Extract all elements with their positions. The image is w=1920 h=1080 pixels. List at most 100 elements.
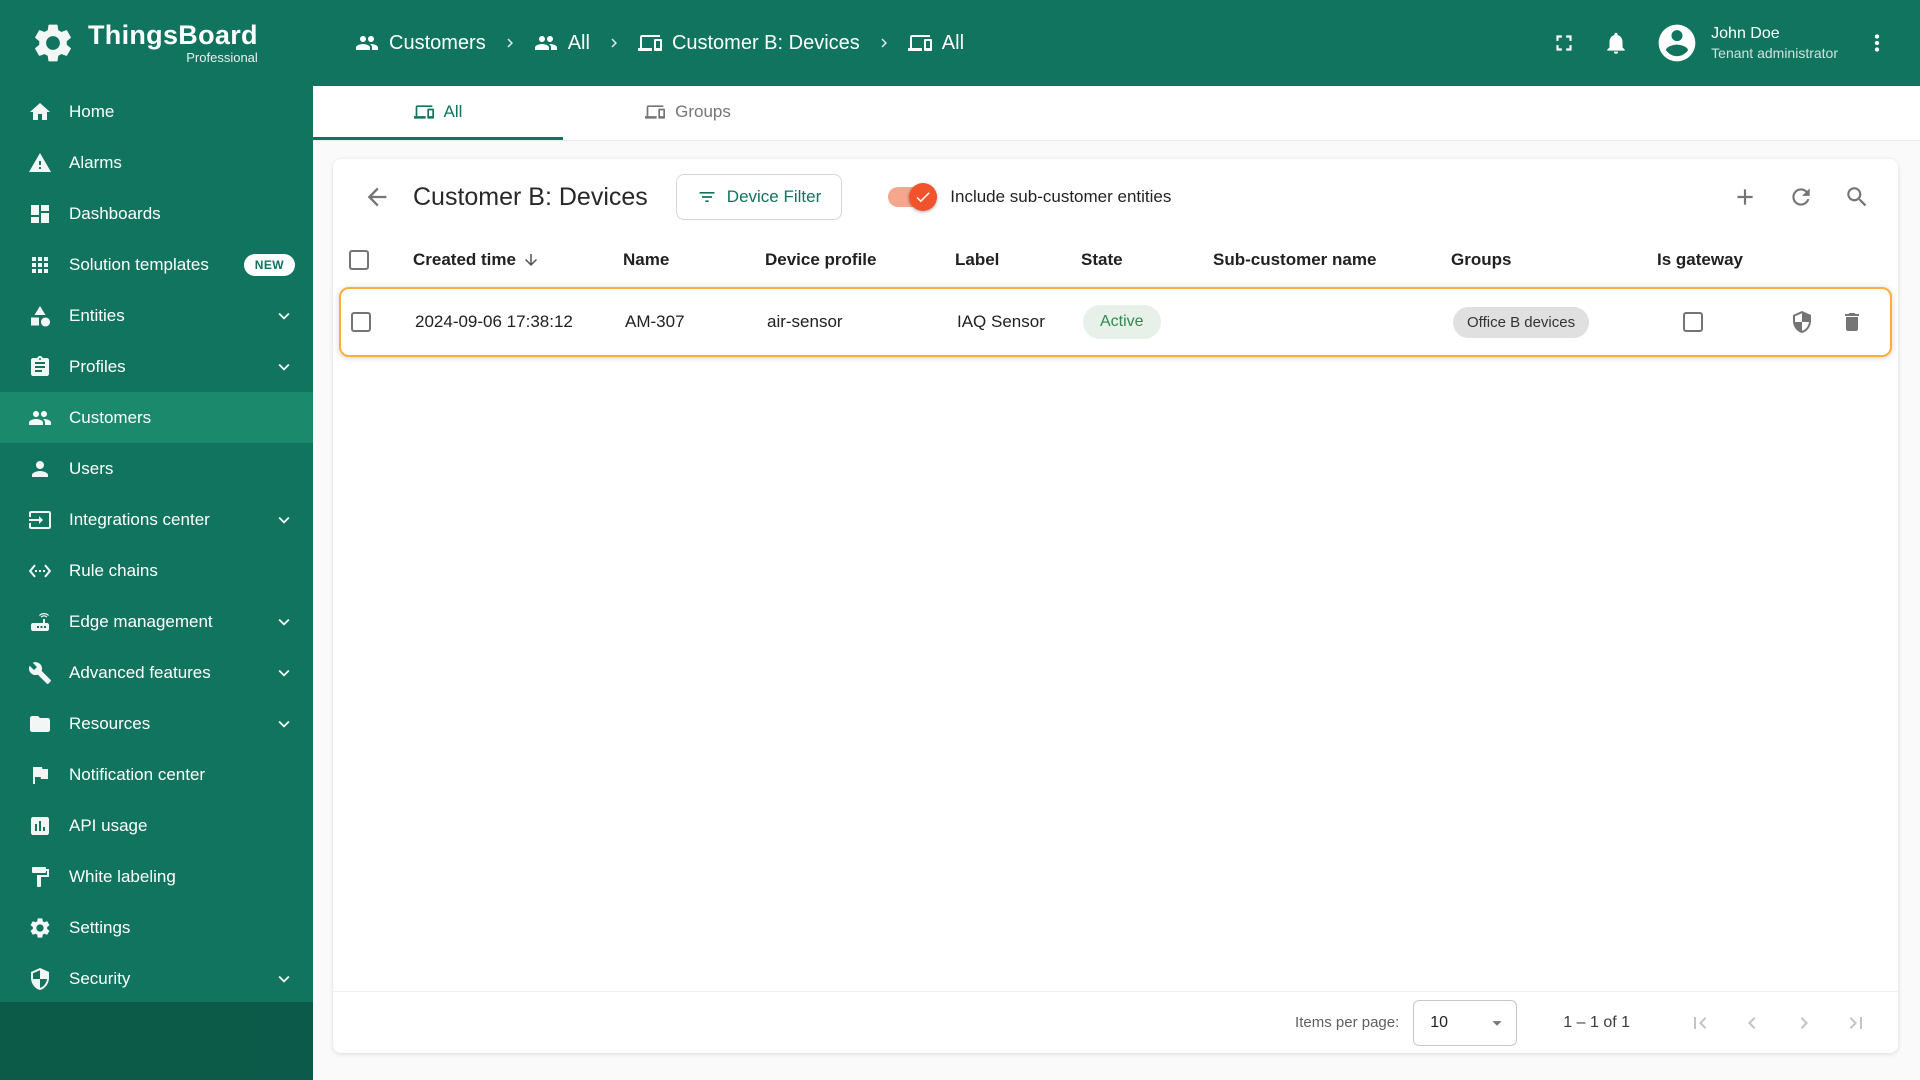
column-header-state[interactable]: State <box>1081 250 1213 270</box>
sidebar-item-profiles[interactable]: Profiles <box>0 341 313 392</box>
card-toolbar: Customer B: Devices Device Filter Includ… <box>333 159 1898 235</box>
app-root: ThingsBoard Professional Home Alarms Das… <box>0 0 1920 1080</box>
sidebar-item-home[interactable]: Home <box>0 86 313 137</box>
tab-groups[interactable]: Groups <box>563 86 813 140</box>
next-page-button[interactable] <box>1792 1011 1816 1035</box>
sidebar-item-entities[interactable]: Entities <box>0 290 313 341</box>
search-icon <box>1844 184 1870 210</box>
fullscreen-icon <box>1551 30 1577 56</box>
sidebar-item-settings[interactable]: Settings <box>0 902 313 953</box>
breadcrumb-label: Customers <box>389 31 486 54</box>
sidebar-item-edge-management[interactable]: Edge management <box>0 596 313 647</box>
top-bar: Customers All Customer B: Devices All Jo… <box>313 0 1920 86</box>
tab-bar: All Groups <box>313 86 1920 141</box>
sidebar-item-integrations-center[interactable]: Integrations center <box>0 494 313 545</box>
first-page-icon <box>1688 1011 1712 1035</box>
sidebar-item-label: Resources <box>69 713 151 733</box>
sidebar-item-white-labeling[interactable]: White labeling <box>0 851 313 902</box>
sidebar-item-label: Entities <box>69 305 125 325</box>
toggle-thumb <box>909 183 938 211</box>
sidebar-item-security[interactable]: Security <box>0 953 313 1004</box>
table-row[interactable]: 2024-09-06 17:38:12 AM-307 air-sensor IA… <box>339 287 1892 357</box>
include-sub-customer-toggle[interactable] <box>888 183 938 211</box>
paginator: Items per page: 10 1 – 1 of 1 <box>333 991 1898 1053</box>
edge-management-icon <box>28 610 52 634</box>
sidebar-item-label: Solution templates <box>69 254 209 274</box>
sidebar-item-users[interactable]: Users <box>0 443 313 494</box>
sidebar-item-api-usage[interactable]: API usage <box>0 800 313 851</box>
column-header-device-profile[interactable]: Device profile <box>765 250 955 270</box>
back-button[interactable] <box>363 183 391 211</box>
sidebar-item-rule-chains[interactable]: Rule chains <box>0 545 313 596</box>
device-filter-label: Device Filter <box>726 187 822 206</box>
device-filter-button[interactable]: Device Filter <box>675 174 843 220</box>
breadcrumb-item-all-devices[interactable]: All <box>908 31 964 55</box>
sort-desc-icon <box>522 251 540 269</box>
refresh-button[interactable] <box>1788 184 1814 210</box>
chevron-down-icon <box>273 662 295 684</box>
fullscreen-button[interactable] <box>1551 30 1577 56</box>
resources-icon <box>28 712 52 736</box>
tab-all[interactable]: All <box>313 86 563 140</box>
sidebar-item-customers[interactable]: Customers <box>0 392 313 443</box>
logo[interactable]: ThingsBoard Professional <box>0 0 313 86</box>
breadcrumb-item-all-customers[interactable]: All <box>534 31 590 55</box>
users-icon <box>28 457 52 481</box>
page-title: Customer B: Devices <box>413 182 648 211</box>
check-icon <box>914 188 932 206</box>
row-checkbox[interactable] <box>351 312 371 332</box>
sidebar-item-advanced-features[interactable]: Advanced features <box>0 647 313 698</box>
column-header-is-gateway[interactable]: Is gateway <box>1657 250 1787 270</box>
chevron-right-icon <box>1792 1011 1816 1035</box>
cell-device-profile: air-sensor <box>767 312 843 331</box>
sidebar-item-label: Security <box>69 968 131 988</box>
avatar <box>1655 21 1699 65</box>
devices-icon <box>414 102 434 122</box>
devices-card: Customer B: Devices Device Filter Includ… <box>333 159 1898 1053</box>
select-all-checkbox[interactable] <box>349 250 369 270</box>
add-entity-button[interactable] <box>1732 184 1758 210</box>
status-badge: Active <box>1083 305 1161 339</box>
delete-button[interactable] <box>1840 310 1864 334</box>
sidebar-item-notification-center[interactable]: Notification center <box>0 749 313 800</box>
row-actions <box>1789 310 1890 334</box>
breadcrumb-item-customers[interactable]: Customers <box>355 31 486 55</box>
page-range-label: 1 – 1 of 1 <box>1563 1013 1630 1031</box>
chevron-down-icon <box>273 968 295 990</box>
more-menu-button[interactable] <box>1864 30 1890 56</box>
chevron-down-icon <box>273 305 295 327</box>
column-header-label[interactable]: Label <box>955 250 1081 270</box>
sidebar-item-label: Integrations center <box>69 509 210 529</box>
previous-page-button[interactable] <box>1740 1011 1764 1035</box>
notifications-button[interactable] <box>1603 30 1629 56</box>
sidebar-item-solution-templates[interactable]: Solution templates NEW <box>0 239 313 290</box>
items-per-page-select[interactable]: 10 <box>1413 999 1518 1046</box>
include-toggle-label: Include sub-customer entities <box>950 187 1172 206</box>
sidebar-item-label: API usage <box>69 815 148 835</box>
column-header-name[interactable]: Name <box>623 250 765 270</box>
logo-subtitle: Professional <box>186 49 258 65</box>
breadcrumb-label: All <box>941 31 965 54</box>
breadcrumb: Customers All Customer B: Devices All <box>355 31 964 55</box>
user-menu[interactable]: John Doe Tenant administrator <box>1655 21 1838 65</box>
is-gateway-checkbox[interactable] <box>1683 312 1703 332</box>
filter-icon <box>697 187 717 207</box>
items-per-page-label: Items per page: <box>1295 1014 1400 1031</box>
last-page-button[interactable] <box>1844 1011 1868 1035</box>
sidebar-item-resources[interactable]: Resources <box>0 698 313 749</box>
customers-icon <box>28 406 52 430</box>
sidebar-item-dashboards[interactable]: Dashboards <box>0 188 313 239</box>
sidebar-item-alarms[interactable]: Alarms <box>0 137 313 188</box>
column-header-created-time[interactable]: Created time <box>413 250 623 270</box>
home-icon <box>28 100 52 124</box>
search-button[interactable] <box>1844 184 1870 210</box>
notification-center-icon <box>28 763 52 787</box>
breadcrumb-item-customer-b-devices[interactable]: Customer B: Devices <box>638 31 860 55</box>
column-header-sub-customer[interactable]: Sub-customer name <box>1213 250 1451 270</box>
devices-table: Created time Name Device profile Label S… <box>333 235 1898 357</box>
first-page-button[interactable] <box>1688 1011 1712 1035</box>
column-header-groups[interactable]: Groups <box>1451 250 1657 270</box>
manage-credentials-button[interactable] <box>1790 310 1814 334</box>
profiles-icon <box>28 355 52 379</box>
group-chip[interactable]: Office B devices <box>1453 306 1590 338</box>
